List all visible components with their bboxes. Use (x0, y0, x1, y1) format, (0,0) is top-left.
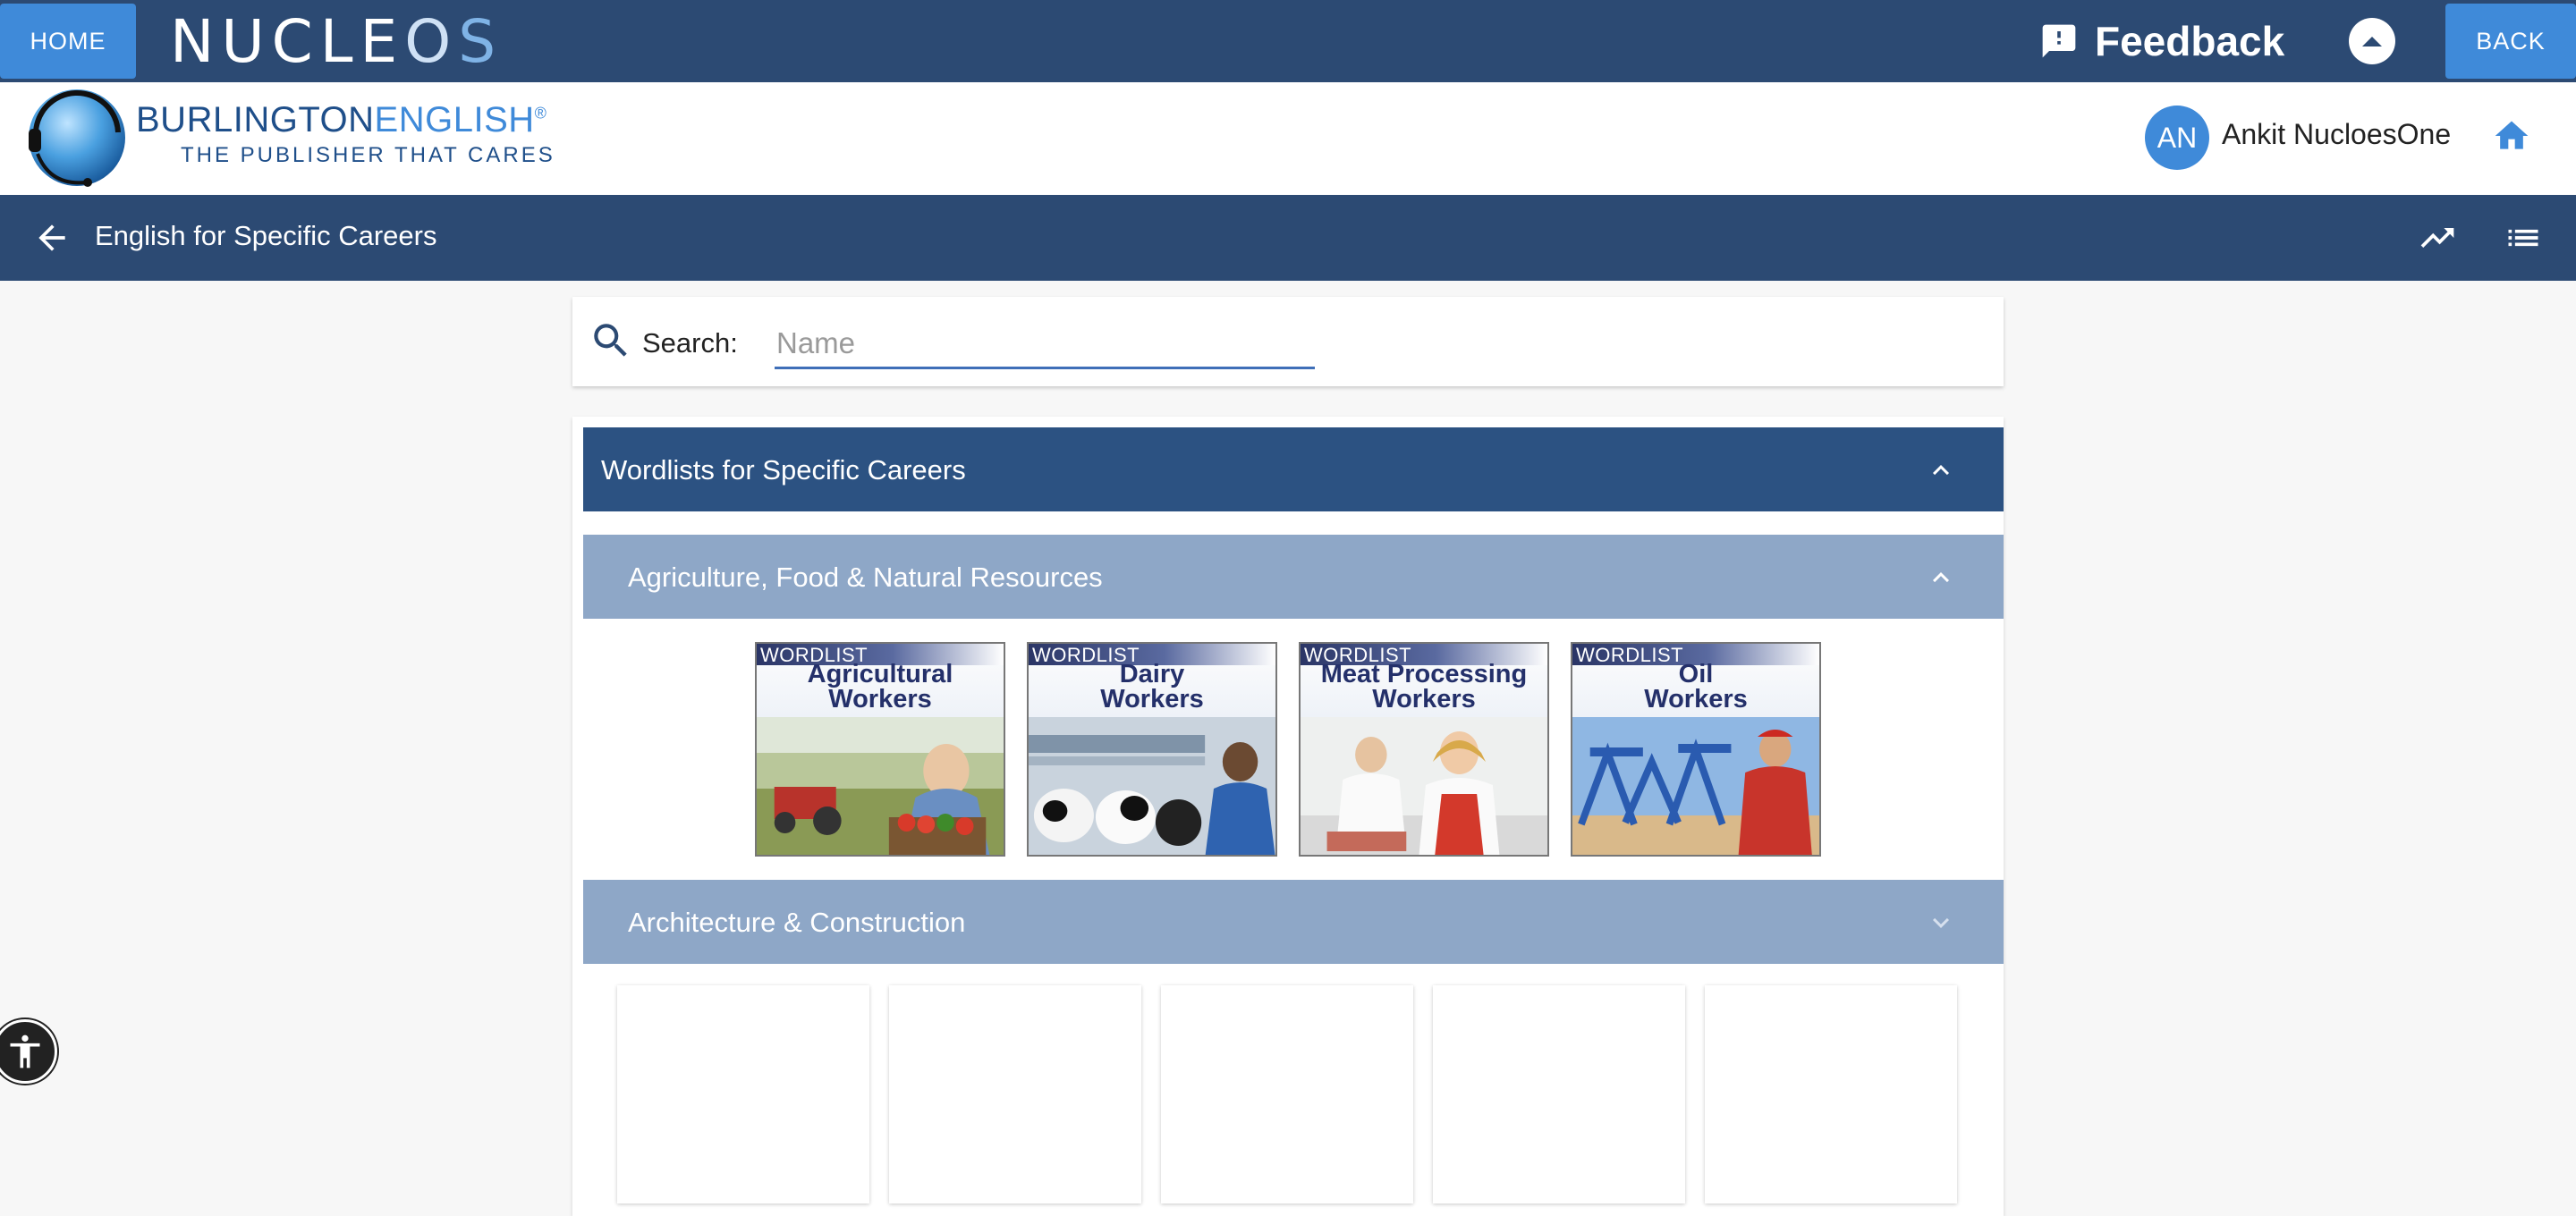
back-button[interactable]: BACK (2445, 4, 2576, 79)
nucleos-logo-text: NUCLE (170, 6, 405, 76)
wordlist-card-agricultural-workers[interactable]: WORDLIST Agricultural Workers (755, 642, 1005, 857)
nucleos-logo-o: O (404, 6, 459, 76)
home-icon[interactable] (2492, 116, 2531, 156)
wordlist-card-dairy-workers[interactable]: WORDLIST Dairy Workers (1027, 642, 1277, 857)
wordlist-title-line2: Workers (1100, 685, 1204, 714)
wordlist-title: Dairy Workers (1029, 662, 1275, 714)
brand-name-burlington: BURLINGTON (136, 100, 375, 139)
wordlist-card-oil-workers[interactable]: WORDLIST Oil Workers (1571, 642, 1821, 857)
wordlist-title-line2: Workers (1644, 685, 1748, 714)
avatar[interactable]: AN (2145, 106, 2209, 170)
search-icon (594, 324, 627, 357)
trending-up-icon[interactable] (2415, 218, 2460, 258)
chevron-up-icon[interactable] (1925, 454, 1957, 486)
search-label: Search: (642, 327, 738, 359)
loading-card[interactable] (1705, 985, 1957, 1203)
chevron-down-icon[interactable] (1925, 907, 1957, 939)
scroll-up-button[interactable] (2349, 18, 2395, 64)
wordlist-title: Meat Processing Workers (1301, 662, 1547, 714)
chevron-up-icon[interactable] (1925, 562, 1957, 594)
arrow-left-icon[interactable] (32, 218, 72, 258)
home-button[interactable]: HOME (0, 4, 136, 79)
loading-card[interactable] (617, 985, 869, 1203)
nucleos-logo-s: S (458, 6, 504, 76)
category-title: Architecture & Construction (628, 907, 966, 938)
user-name[interactable]: Ankit NucloesOne (2222, 118, 2451, 151)
headset-icon (29, 90, 121, 187)
loading-card[interactable] (889, 985, 1141, 1203)
wordlist-title-line2: Workers (1372, 685, 1476, 714)
loading-card[interactable] (1433, 985, 1685, 1203)
wordlist-title: Oil Workers (1572, 662, 1819, 714)
list-icon[interactable] (2503, 218, 2544, 258)
accessibility-icon (10, 1034, 40, 1068)
wordlist-card-meat-processing-workers[interactable]: WORDLIST Meat Processing Workers (1299, 642, 1549, 857)
loading-card[interactable] (1161, 985, 1413, 1203)
brand-tagline: THE PUBLISHER THAT CARES (181, 143, 555, 167)
feedback-button[interactable]: Feedback (2039, 0, 2284, 82)
category-title: Agriculture, Food & Natural Resources (628, 562, 1103, 593)
wordlist-title: Agricultural Workers (757, 662, 1004, 714)
search-input[interactable] (775, 320, 1315, 369)
meat-processing-workers-photo (1301, 717, 1547, 855)
registered-mark: ® (534, 104, 547, 122)
dairy-workers-photo (1029, 717, 1275, 855)
oil-workers-photo (1572, 717, 1819, 855)
wordlist-title-line2: Workers (828, 685, 932, 714)
brand-name-english: ENGLISH (374, 100, 535, 139)
burlington-english-wordmark: BURLINGTONENGLISH® (136, 100, 547, 140)
agricultural-workers-photo (757, 717, 1004, 855)
section-title: Wordlists for Specific Careers (601, 454, 966, 486)
chevron-up-circle-icon (2362, 37, 2382, 46)
nucleos-logo: NUCLE O S (170, 6, 504, 76)
feedback-label: Feedback (2095, 18, 2285, 64)
accessibility-button[interactable] (0, 1019, 57, 1084)
feedback-icon (2042, 24, 2076, 58)
course-title: English for Specific Careers (95, 220, 437, 251)
